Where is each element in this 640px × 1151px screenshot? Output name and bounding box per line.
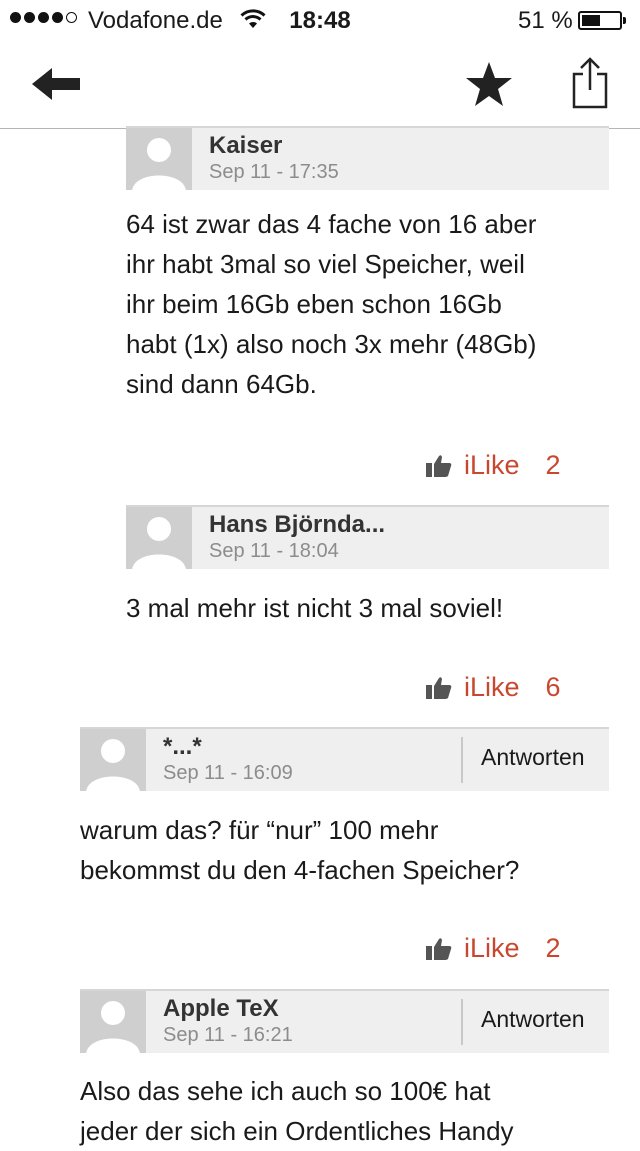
like-count: 2 — [545, 933, 561, 963]
like-label: iLike — [464, 450, 520, 480]
comment-body: Also das sehe ich auch so 100€ hat jeder… — [80, 1076, 514, 1146]
like-label: iLike — [464, 672, 520, 702]
comment-body: 3 mal mehr ist nicht 3 mal soviel! — [126, 593, 504, 623]
thumbs-up-icon — [426, 676, 452, 699]
thumbs-up-icon — [426, 937, 452, 960]
comment-author[interactable]: Kaiser — [209, 132, 282, 160]
thumbs-up-icon — [426, 454, 452, 477]
comment-author[interactable]: Hans Björnda... — [209, 511, 385, 539]
comment-header: *...* Sep 11 - 16:09 Antworten — [80, 727, 609, 791]
comment-body: warum das? für “nur” 100 mehr bekommst d… — [80, 815, 520, 885]
star-icon[interactable] — [464, 60, 514, 110]
navigation-bar — [0, 40, 640, 129]
reply-button[interactable]: Antworten — [461, 999, 585, 1045]
battery-percent: 51 % — [518, 7, 573, 34]
like-label: iLike — [464, 933, 520, 963]
comment-header: Hans Björnda... Sep 11 - 18:04 — [126, 505, 609, 569]
comment-date: Sep 11 - 17:35 — [209, 161, 339, 183]
avatar — [80, 729, 146, 791]
like-button[interactable]: iLike 6 — [426, 672, 561, 703]
comment-header: Apple TeX Sep 11 - 16:21 Antworten — [80, 989, 609, 1053]
comment-body: 64 ist zwar das 4 fache von 16 aber ihr … — [126, 209, 537, 399]
comment-author[interactable]: Apple TeX — [163, 995, 279, 1023]
like-count: 6 — [545, 672, 561, 702]
comment-author[interactable]: *...* — [163, 733, 202, 761]
like-button[interactable]: iLike 2 — [426, 933, 561, 964]
like-count: 2 — [545, 450, 561, 480]
avatar — [126, 507, 192, 569]
like-button[interactable]: iLike 2 — [426, 450, 561, 481]
status-bar: Vodafone.de 18:48 51 % — [0, 0, 640, 40]
battery-icon — [578, 11, 626, 30]
comment-date: Sep 11 - 16:21 — [163, 1024, 293, 1046]
back-arrow-icon[interactable] — [30, 64, 82, 104]
comment-date: Sep 11 - 16:09 — [163, 762, 293, 784]
reply-button[interactable]: Antworten — [461, 737, 585, 783]
avatar — [80, 991, 146, 1053]
comment-date: Sep 11 - 18:04 — [209, 540, 339, 562]
share-icon[interactable] — [570, 56, 610, 110]
comment-header: Kaiser Sep 11 - 17:35 — [126, 126, 609, 190]
avatar — [126, 128, 192, 190]
